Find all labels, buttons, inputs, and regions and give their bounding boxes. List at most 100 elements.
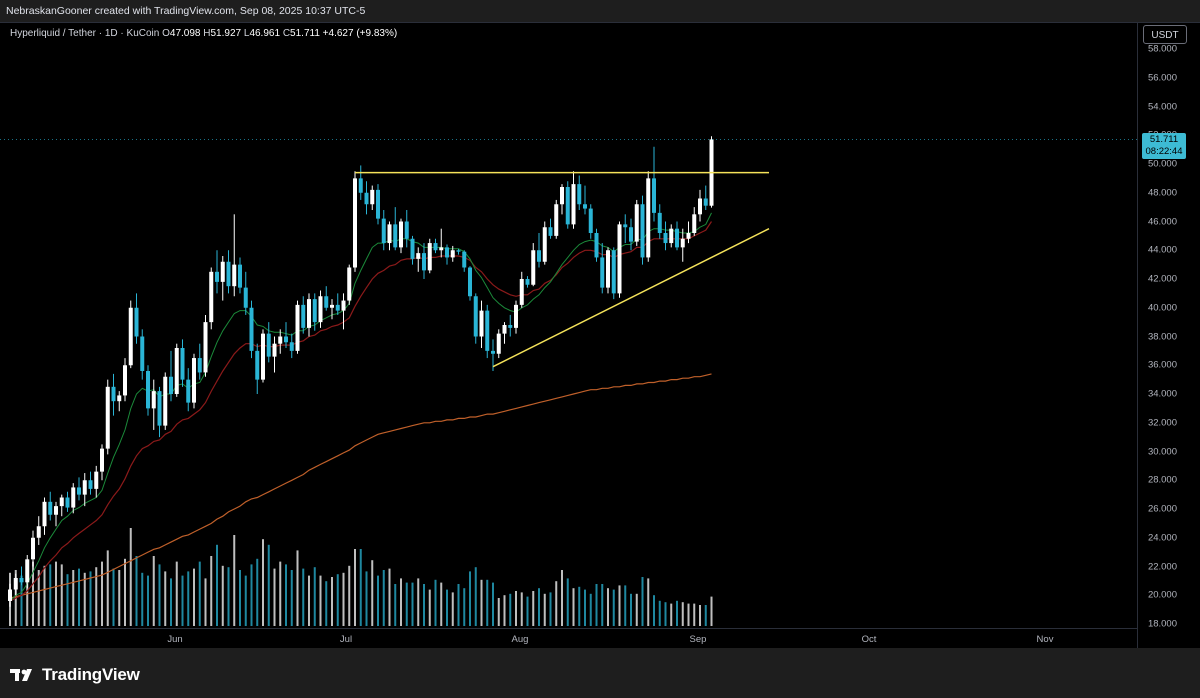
candle-body[interactable] xyxy=(312,299,317,323)
candle-body[interactable] xyxy=(427,243,432,271)
candle-body[interactable] xyxy=(111,386,116,402)
candle-body[interactable] xyxy=(548,227,553,236)
brand[interactable]: TradingView xyxy=(10,665,140,685)
candle-body[interactable] xyxy=(353,178,357,268)
candle-body[interactable] xyxy=(88,480,93,489)
candle-body[interactable] xyxy=(479,310,484,337)
candle-body[interactable] xyxy=(19,578,24,583)
candle-body[interactable] xyxy=(140,336,145,372)
candle-body[interactable] xyxy=(105,386,110,449)
candle-body[interactable] xyxy=(502,325,507,334)
candle-body[interactable] xyxy=(42,501,47,527)
candle-body[interactable] xyxy=(284,336,288,343)
candle-body[interactable] xyxy=(220,261,225,282)
candle-body[interactable] xyxy=(542,227,547,262)
candle-body[interactable] xyxy=(243,287,248,308)
candle-body[interactable] xyxy=(588,208,593,233)
candle-body[interactable] xyxy=(445,247,449,258)
candle-body[interactable] xyxy=(381,218,386,244)
candle-body[interactable] xyxy=(174,348,179,394)
candle-body[interactable] xyxy=(335,304,340,311)
candle-body[interactable] xyxy=(473,296,478,337)
candle-body[interactable] xyxy=(594,233,599,258)
candle-body[interactable] xyxy=(554,204,559,236)
candle-body[interactable] xyxy=(238,264,242,288)
candle-body[interactable] xyxy=(94,471,99,489)
candle-body[interactable] xyxy=(525,279,530,285)
candle-body[interactable] xyxy=(468,267,472,297)
candle-body[interactable] xyxy=(600,257,605,288)
candle-body[interactable] xyxy=(180,348,185,380)
candle-body[interactable] xyxy=(301,304,306,328)
candle-body[interactable] xyxy=(410,238,415,259)
candle-body[interactable] xyxy=(537,250,541,262)
candle-body[interactable] xyxy=(8,589,12,602)
candle-body[interactable] xyxy=(146,371,150,409)
candle-body[interactable] xyxy=(462,251,467,268)
candle-body[interactable] xyxy=(686,233,691,239)
candle-body[interactable] xyxy=(324,296,329,308)
candle-body[interactable] xyxy=(565,187,570,225)
candle-body[interactable] xyxy=(634,204,639,242)
candle-body[interactable] xyxy=(399,221,403,248)
candle-body[interactable] xyxy=(450,250,455,258)
candle-body[interactable] xyxy=(640,204,645,258)
candle-body[interactable] xyxy=(669,228,674,244)
candle-body[interactable] xyxy=(491,350,495,354)
candle-body[interactable] xyxy=(203,322,208,373)
candle-body[interactable] xyxy=(387,224,392,244)
candle-body[interactable] xyxy=(82,480,87,495)
candle-body[interactable] xyxy=(433,243,438,251)
currency-selector[interactable]: USDT xyxy=(1143,25,1187,44)
candle-body[interactable] xyxy=(157,391,162,426)
candle-body[interactable] xyxy=(65,497,70,508)
candle-body[interactable] xyxy=(703,198,708,206)
candle-body[interactable] xyxy=(48,501,53,515)
candle-body[interactable] xyxy=(675,228,679,248)
candle-body[interactable] xyxy=(249,307,254,351)
candle-body[interactable] xyxy=(456,250,461,252)
candle-body[interactable] xyxy=(59,497,64,507)
candle-body[interactable] xyxy=(341,300,346,311)
candle-body[interactable] xyxy=(261,333,265,380)
candle-body[interactable] xyxy=(31,537,35,560)
time-axis[interactable]: Jun Jul Aug Sep Oct Nov xyxy=(0,628,1137,649)
candle-body[interactable] xyxy=(13,578,18,590)
candle-body[interactable] xyxy=(255,350,260,380)
candle-body[interactable] xyxy=(496,333,501,354)
candle-body[interactable] xyxy=(404,221,409,239)
candle-body[interactable] xyxy=(692,214,697,233)
candle-body[interactable] xyxy=(192,358,196,403)
candle-body[interactable] xyxy=(439,247,444,251)
candle-body[interactable] xyxy=(657,212,662,233)
symbol-legend[interactable]: Hyperliquid / Tether · 1D · KuCoin O47.0… xyxy=(10,28,397,39)
candle-body[interactable] xyxy=(364,192,369,205)
candle-body[interactable] xyxy=(186,379,191,403)
candle-body[interactable] xyxy=(646,178,651,258)
candle-body[interactable] xyxy=(560,187,564,205)
candle-body[interactable] xyxy=(134,307,139,337)
candle-body[interactable] xyxy=(571,184,576,225)
candle-body[interactable] xyxy=(606,250,610,288)
symbol-name[interactable]: Hyperliquid / Tether · 1D · KuCoin xyxy=(10,28,159,39)
candle-body[interactable] xyxy=(330,304,334,308)
candle-body[interactable] xyxy=(36,526,41,538)
candle-body[interactable] xyxy=(128,307,133,366)
candle-body[interactable] xyxy=(623,224,628,228)
candle-body[interactable] xyxy=(416,253,421,259)
candle-body[interactable] xyxy=(652,178,656,213)
candle-body[interactable] xyxy=(583,204,587,209)
candle-body[interactable] xyxy=(295,304,300,351)
candle-body[interactable] xyxy=(422,253,426,271)
candle-body[interactable] xyxy=(123,365,127,396)
candle-body[interactable] xyxy=(514,304,518,328)
candle-body[interactable] xyxy=(54,506,58,515)
candle-body[interactable] xyxy=(307,299,311,328)
candle-body[interactable] xyxy=(272,343,277,357)
candle-body[interactable] xyxy=(25,559,30,583)
candle-body[interactable] xyxy=(151,391,156,409)
candle-body[interactable] xyxy=(71,487,76,508)
candle-body[interactable] xyxy=(318,296,323,323)
candle-body[interactable] xyxy=(209,271,214,323)
candle-body[interactable] xyxy=(508,325,513,328)
